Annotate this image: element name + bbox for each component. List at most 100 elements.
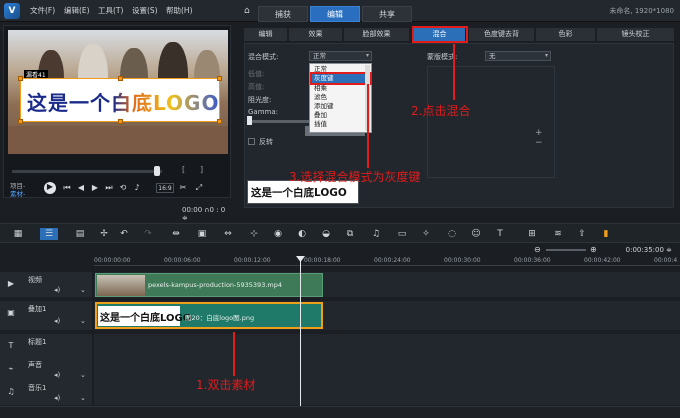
tab-options-edit[interactable]: 编辑	[244, 28, 288, 41]
clip-mode-label[interactable]: 素材-	[10, 190, 25, 198]
tab-share[interactable]: 共享	[362, 6, 412, 22]
resize-handle[interactable]	[18, 119, 23, 124]
auto-music-icon[interactable]: ♫	[370, 228, 382, 240]
scrubber-knob[interactable]	[154, 166, 160, 176]
remove-icon[interactable]: −	[535, 138, 543, 148]
export-icon[interactable]: ⇪	[576, 228, 588, 240]
home-start-icon[interactable]: ⏮	[62, 183, 72, 193]
resize-handle[interactable]	[217, 119, 222, 124]
volume-icon[interactable]: ♪	[132, 183, 142, 193]
menu-tools[interactable]: 工具(T)	[98, 5, 123, 16]
menu-help[interactable]: 帮助(H)	[166, 5, 193, 16]
redo-icon[interactable]: ↷	[142, 228, 154, 240]
fit-icon[interactable]: ⇹	[170, 228, 182, 240]
add-icon[interactable]: +	[535, 128, 543, 138]
tab-options-effect[interactable]: 效果	[289, 28, 343, 41]
end-icon[interactable]: ⏭	[104, 183, 114, 193]
option-multiply[interactable]: 相乘	[312, 84, 370, 93]
track-expand-icon[interactable]: ⌄	[80, 394, 86, 402]
track-header-music[interactable]: ♫ 音乐1 ◂) ⌄	[0, 380, 92, 406]
video-clip[interactable]: pexels-kampus-production-5935393.mp4	[95, 273, 323, 297]
time-ruler[interactable]: 00:00:00:00 00:00:06:00 00:00:12:00 00:0…	[94, 256, 680, 266]
option-add-key[interactable]: 添加键	[312, 102, 370, 111]
option-overlay[interactable]: 叠加	[312, 111, 370, 120]
tab-options-blend[interactable]: 混合	[412, 26, 468, 43]
storyboard-view-icon[interactable]: ▦	[12, 228, 24, 240]
track-lane-overlay[interactable]: 这是一个白底LOGO 图20：白底logo图.png	[94, 301, 680, 331]
gamma-slider-knob[interactable]	[247, 116, 252, 125]
fullscreen-icon[interactable]: ⤢	[194, 183, 204, 193]
tab-options-color[interactable]: 色彩	[536, 28, 596, 41]
overlay-clip[interactable]: 这是一个白底LOGO 图20：白底logo图.png	[95, 302, 323, 329]
grid-icon[interactable]: ⊞	[526, 228, 538, 240]
track-manager-icon[interactable]: ▤	[74, 228, 86, 240]
track-lane-music[interactable]	[94, 380, 680, 406]
smart-tools-icon[interactable]: ✢	[98, 228, 110, 240]
record-icon[interactable]: ◉	[272, 228, 284, 240]
resize-handle[interactable]	[217, 76, 222, 81]
resize-handle[interactable]	[118, 119, 123, 124]
ripple-icon[interactable]: ◌	[446, 228, 458, 240]
split-clip-icon[interactable]: ⇔	[222, 228, 234, 240]
overlay-logo-image[interactable]: 这是一个白底LOGO	[18, 76, 222, 124]
play-icon[interactable]: ▶	[44, 182, 56, 194]
text-icon[interactable]: T	[494, 228, 506, 240]
track-volume-icon[interactable]: ◂)	[54, 371, 60, 379]
zoom-in-icon[interactable]: ⊕	[590, 245, 597, 254]
aspect-ratio-icon[interactable]: 16:9	[156, 183, 174, 193]
option-screen[interactable]: 滤色	[312, 93, 370, 102]
tab-options-chroma-key[interactable]: 色度键去背	[469, 28, 535, 41]
blend-mode-select[interactable]: 正常	[309, 51, 372, 61]
face-index-icon[interactable]: ☺	[470, 228, 482, 240]
track-expand-icon[interactable]: ⌄	[80, 286, 86, 294]
home-icon[interactable]: ⌂	[244, 6, 250, 16]
snapshot-icon[interactable]: ▣	[196, 228, 208, 240]
tab-options-face-effect[interactable]: 脸部效果	[344, 28, 410, 41]
track-volume-icon[interactable]: ◂)	[54, 286, 60, 294]
trim-mark-out-icon[interactable]: ]	[200, 165, 203, 174]
track-lane-video[interactable]: pexels-kampus-production-5935393.mp4	[94, 272, 680, 298]
mask-icon[interactable]: ◐	[296, 228, 308, 240]
marker-icon[interactable]: ▮	[600, 228, 612, 240]
playhead-line[interactable]	[300, 256, 301, 406]
menu-settings[interactable]: 设置(S)	[132, 5, 158, 16]
mask-mode-select[interactable]: 无	[485, 51, 551, 61]
menu-file[interactable]: 文件(F)	[30, 5, 55, 16]
option-interpolate[interactable]: 插值	[312, 120, 370, 129]
motion-icon[interactable]: ⊹	[248, 228, 260, 240]
repeat-icon[interactable]: ⟲	[118, 183, 128, 193]
zoom-out-icon[interactable]: ⊖	[534, 245, 541, 254]
timeline-view-icon[interactable]: ☰	[40, 228, 58, 240]
project-mode-label[interactable]: 项目-	[10, 182, 25, 190]
menu-edit[interactable]: 编辑(E)	[64, 5, 90, 16]
sound-mixer-icon[interactable]: ⧉	[344, 228, 356, 240]
track-expand-icon[interactable]: ⌄	[80, 317, 86, 325]
option-grayscale-key[interactable]: 灰度键	[310, 72, 372, 85]
preview-video[interactable]: 漏看41 这是一个白底LOGO	[8, 30, 228, 154]
waveform-icon[interactable]: ≋	[552, 228, 564, 240]
prev-frame-icon[interactable]: ◀	[76, 183, 86, 193]
color-icon[interactable]: ◒	[320, 228, 332, 240]
tab-options-lens-correction[interactable]: 镜头校正	[597, 28, 675, 41]
preview-timecode[interactable]: 00:00 ∩0 : 0 ≑	[182, 206, 230, 222]
zoom-slider[interactable]	[546, 249, 586, 251]
undo-icon[interactable]: ↶	[118, 228, 130, 240]
trim-mark-in-icon[interactable]: [	[182, 165, 185, 174]
timeline-scrollbar[interactable]	[0, 406, 680, 418]
resize-handle[interactable]	[18, 76, 23, 81]
track-header-overlay[interactable]: ▣ 叠加1 ◂) ⌄	[0, 301, 92, 331]
tab-capture[interactable]: 捕获	[258, 6, 308, 22]
track-volume-icon[interactable]: ◂)	[54, 317, 60, 325]
multicam-icon[interactable]: ✧	[420, 228, 432, 240]
next-frame-icon[interactable]: ▶	[90, 183, 100, 193]
track-header-video[interactable]: ▶ 视频 ◂) ⌄	[0, 272, 92, 298]
option-normal[interactable]: 正常	[312, 65, 370, 74]
reverse-checkbox[interactable]	[248, 138, 255, 145]
split-icon[interactable]: ✂	[178, 183, 188, 193]
track-expand-icon[interactable]: ⌄	[80, 371, 86, 379]
track-volume-icon[interactable]: ◂)	[54, 394, 60, 402]
tab-edit[interactable]: 编辑	[310, 6, 360, 22]
subtitle-icon[interactable]: ▭	[396, 228, 408, 240]
resize-handle[interactable]	[118, 76, 123, 81]
preview-scrubber[interactable]	[12, 170, 162, 173]
